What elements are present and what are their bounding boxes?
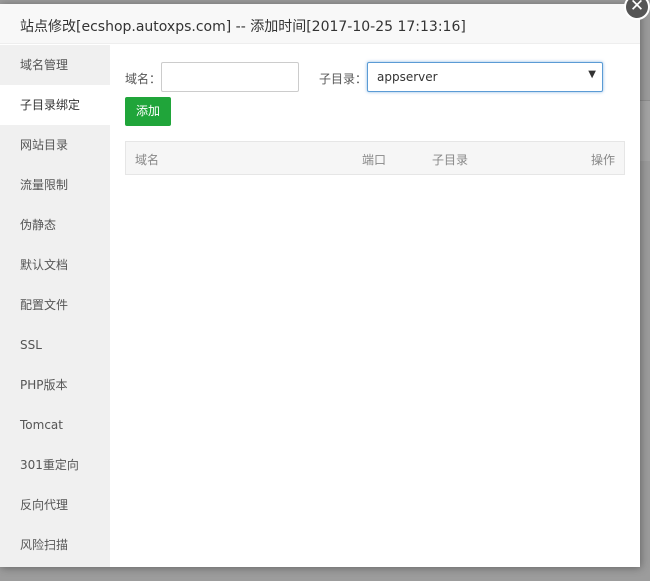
site-settings-dialog: 站点修改[ecshop.autoxps.com] -- 添加时间[2017-10… xyxy=(0,4,640,567)
column-header-actions: 操作 xyxy=(591,153,616,167)
sidebar-item-site-directory[interactable]: 网站目录 xyxy=(0,125,110,165)
sidebar-item-config-file[interactable]: 配置文件 xyxy=(0,285,110,325)
dropdown-arrow-icon: ▼ xyxy=(588,69,596,80)
binding-table-header: 域名 端口 子目录 操作 xyxy=(125,141,625,175)
sidebar-item-domain-management[interactable]: 域名管理 xyxy=(0,45,110,85)
sidebar-item-rewrite[interactable]: 伪静态 xyxy=(0,205,110,245)
domain-input[interactable] xyxy=(161,62,299,92)
sidebar-item-tomcat[interactable]: Tomcat xyxy=(0,405,110,445)
dialog-title: 站点修改[ecshop.autoxps.com] -- 添加时间[2017-10… xyxy=(20,19,466,35)
subdir-label: 子目录： xyxy=(319,72,368,86)
sidebar-item-php-version[interactable]: PHP版本 xyxy=(0,365,110,405)
sidebar-item-traffic-limit[interactable]: 流量限制 xyxy=(0,165,110,205)
dialog-header: 站点修改[ecshop.autoxps.com] -- 添加时间[2017-10… xyxy=(0,4,640,44)
sidebar-item-risk-scan[interactable]: 风险扫描 xyxy=(0,525,110,565)
sidebar-item-301-redirect[interactable]: 301重定向 xyxy=(0,445,110,485)
backdrop-element xyxy=(640,100,650,161)
main-panel: 域名： 子目录： appserver ▼ 添加 域名 端口 子目录 操作 xyxy=(110,45,640,567)
subdir-selected-value: appserver xyxy=(377,70,438,84)
add-button[interactable]: 添加 xyxy=(125,97,171,126)
sidebar-item-default-document[interactable]: 默认文档 xyxy=(0,245,110,285)
sidebar-item-ssl[interactable]: SSL xyxy=(0,325,110,365)
sidebar-item-subdirectory-binding[interactable]: 子目录绑定 xyxy=(0,85,110,125)
column-header-port: 端口 xyxy=(362,153,387,167)
column-header-domain: 域名 xyxy=(135,153,160,167)
subdir-select[interactable]: appserver ▼ xyxy=(367,62,603,92)
domain-label: 域名： xyxy=(125,72,162,86)
column-header-subdirectory: 子目录 xyxy=(432,153,469,167)
sidebar: 域名管理 子目录绑定 网站目录 流量限制 伪静态 默认文档 配置文件 SSL P… xyxy=(0,45,110,567)
sidebar-item-reverse-proxy[interactable]: 反向代理 xyxy=(0,485,110,525)
